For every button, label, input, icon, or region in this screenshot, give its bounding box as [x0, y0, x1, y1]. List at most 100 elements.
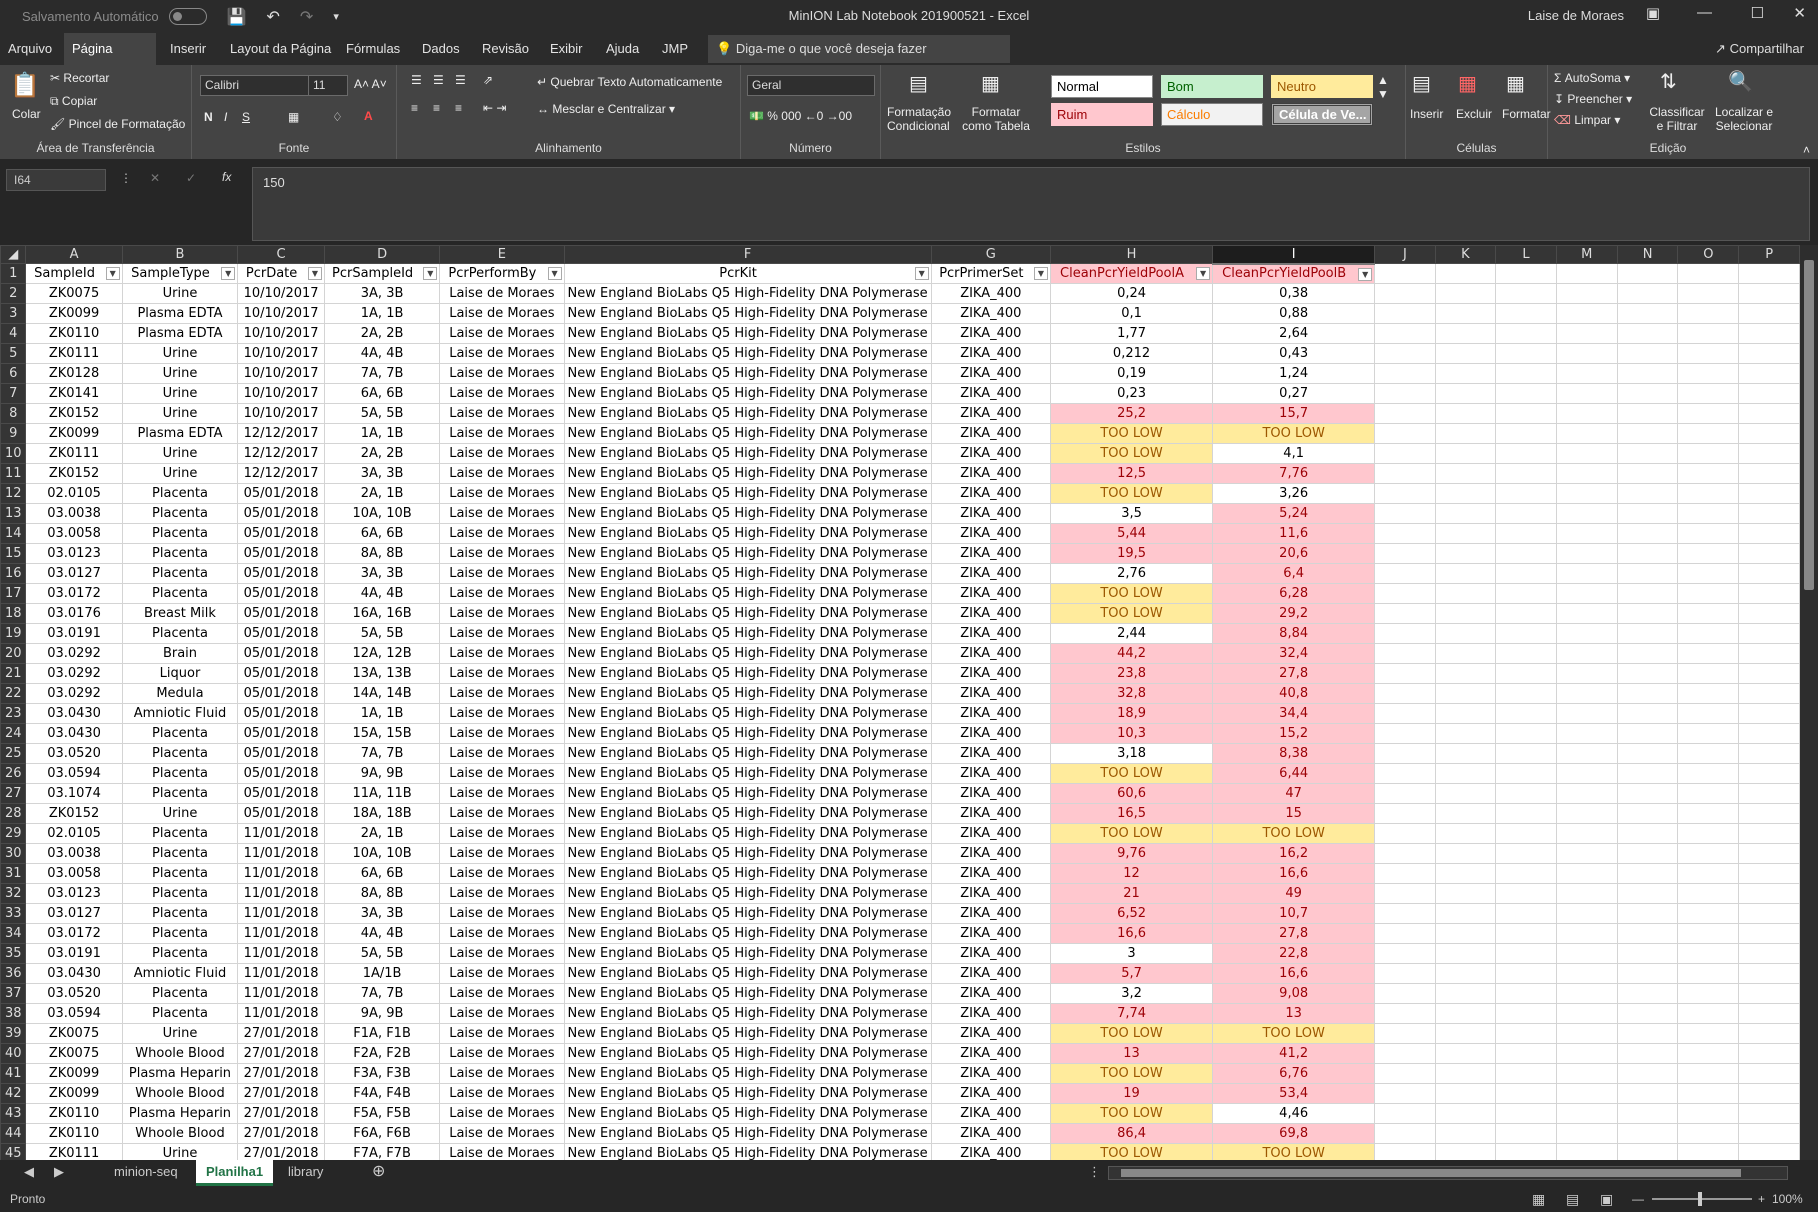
- empty-cell[interactable]: [1738, 1083, 1800, 1104]
- zoom-in-icon[interactable]: +: [1758, 1186, 1765, 1212]
- cell[interactable]: ZIKA_400: [930, 483, 1051, 504]
- empty-cell[interactable]: [1555, 823, 1618, 844]
- cell[interactable]: 32,4: [1212, 643, 1376, 664]
- cell[interactable]: Placenta: [121, 503, 239, 524]
- cell[interactable]: Laise de Moraes: [439, 843, 565, 864]
- cell[interactable]: 1A/1B: [323, 963, 441, 984]
- empty-cell[interactable]: [1616, 863, 1679, 884]
- empty-cell[interactable]: [1616, 323, 1679, 344]
- cell[interactable]: Urine: [121, 463, 239, 484]
- empty-cell[interactable]: [1738, 1003, 1800, 1024]
- empty-cell[interactable]: [1555, 563, 1618, 584]
- cell[interactable]: Laise de Moraes: [439, 1003, 565, 1024]
- cell[interactable]: ZIKA_400: [930, 923, 1051, 944]
- column-header-f[interactable]: F: [563, 245, 932, 264]
- empty-cell[interactable]: [1555, 743, 1618, 764]
- cut-button[interactable]: ✂ Recortar: [50, 71, 109, 85]
- cell[interactable]: F3A, F3B: [323, 1063, 441, 1084]
- cell[interactable]: 27/01/2018: [237, 1043, 325, 1064]
- cell[interactable]: 11/01/2018: [237, 883, 325, 904]
- cell[interactable]: ZIKA_400: [930, 763, 1051, 784]
- empty-cell[interactable]: [1677, 803, 1740, 824]
- empty-cell[interactable]: [1677, 883, 1740, 904]
- empty-cell[interactable]: [1616, 1083, 1679, 1104]
- empty-cell[interactable]: [1738, 583, 1800, 604]
- cell[interactable]: New England BioLabs Q5 High-Fidelity DNA…: [563, 563, 932, 584]
- cell[interactable]: Laise de Moraes: [439, 1063, 565, 1084]
- empty-cell[interactable]: [1555, 463, 1618, 484]
- empty-cell[interactable]: [1616, 403, 1679, 424]
- cell[interactable]: 11,6: [1212, 523, 1376, 544]
- empty-cell[interactable]: [1374, 943, 1436, 964]
- cell[interactable]: ZK0075: [25, 1023, 123, 1044]
- empty-cell[interactable]: [1738, 343, 1800, 364]
- empty-cell[interactable]: [1374, 443, 1436, 464]
- empty-cell[interactable]: [1555, 403, 1618, 424]
- empty-cell[interactable]: [1738, 563, 1800, 584]
- horizontal-scrollbar[interactable]: [1108, 1166, 1788, 1180]
- cell[interactable]: New England BioLabs Q5 High-Fidelity DNA…: [563, 643, 932, 664]
- cell[interactable]: New England BioLabs Q5 High-Fidelity DNA…: [563, 603, 932, 624]
- empty-cell[interactable]: [1495, 563, 1557, 584]
- cell[interactable]: 47: [1212, 783, 1376, 804]
- cell[interactable]: 8A, 8B: [323, 883, 441, 904]
- tab-exibir[interactable]: Exibir: [542, 33, 591, 65]
- cell[interactable]: 03.0127: [25, 903, 123, 924]
- cell[interactable]: 1,24: [1212, 363, 1376, 384]
- cell[interactable]: 03.0127: [25, 563, 123, 584]
- cell[interactable]: 9,76: [1049, 843, 1214, 864]
- cell[interactable]: 0,24: [1049, 283, 1214, 304]
- conditional-format-button[interactable]: Formatação Condicional: [887, 105, 951, 133]
- field-header[interactable]: CleanPcrYieldPoolB ▼: [1212, 263, 1376, 284]
- cell[interactable]: 12/12/2017: [237, 463, 325, 484]
- empty-cell[interactable]: [1374, 1023, 1436, 1044]
- empty-cell[interactable]: [1738, 923, 1800, 944]
- tab-split-handle-icon[interactable]: ⋮: [1088, 1160, 1101, 1186]
- collapse-ribbon-icon[interactable]: ˄: [1803, 143, 1810, 157]
- empty-cell[interactable]: [1555, 783, 1618, 804]
- row-header[interactable]: 1: [0, 263, 27, 284]
- empty-cell[interactable]: [1495, 383, 1557, 404]
- empty-cell[interactable]: [1616, 383, 1679, 404]
- empty-cell[interactable]: [1495, 743, 1557, 764]
- row-header[interactable]: 4: [0, 323, 27, 344]
- column-header-m[interactable]: M: [1555, 245, 1618, 264]
- cell[interactable]: Laise de Moraes: [439, 863, 565, 884]
- empty-cell[interactable]: [1434, 603, 1497, 624]
- cell[interactable]: ZIKA_400: [930, 323, 1051, 344]
- cell[interactable]: ZIKA_400: [930, 783, 1051, 804]
- cell[interactable]: Laise de Moraes: [439, 523, 565, 544]
- cell[interactable]: 6,28: [1212, 583, 1376, 604]
- empty-cell[interactable]: [1555, 1023, 1618, 1044]
- format-painter-button[interactable]: 🖌 Pincel de Formatação: [50, 117, 185, 131]
- row-header[interactable]: 15: [0, 543, 27, 564]
- empty-cell[interactable]: [1738, 423, 1800, 444]
- empty-cell[interactable]: [1555, 303, 1618, 324]
- cell[interactable]: 03.0292: [25, 683, 123, 704]
- cell[interactable]: 03.0123: [25, 883, 123, 904]
- empty-cell[interactable]: [1374, 723, 1436, 744]
- empty-cell[interactable]: [1677, 603, 1740, 624]
- italic-button[interactable]: I: [224, 110, 227, 124]
- empty-cell[interactable]: [1374, 843, 1436, 864]
- cell[interactable]: Laise de Moraes: [439, 923, 565, 944]
- cell[interactable]: New England BioLabs Q5 High-Fidelity DNA…: [563, 523, 932, 544]
- cell[interactable]: 25,2: [1049, 403, 1214, 424]
- empty-cell[interactable]: [1434, 323, 1497, 344]
- empty-cell[interactable]: [1677, 1103, 1740, 1124]
- cell[interactable]: 1A, 1B: [323, 423, 441, 444]
- row-header[interactable]: 25: [0, 743, 27, 764]
- cell[interactable]: New England BioLabs Q5 High-Fidelity DNA…: [563, 1003, 932, 1024]
- empty-cell[interactable]: [1616, 1103, 1679, 1124]
- empty-cell[interactable]: [1555, 603, 1618, 624]
- cell[interactable]: 16,6: [1212, 863, 1376, 884]
- empty-cell[interactable]: [1677, 503, 1740, 524]
- empty-cell[interactable]: [1616, 763, 1679, 784]
- style-bad[interactable]: Ruim: [1051, 103, 1153, 126]
- cell[interactable]: 6,44: [1212, 763, 1376, 784]
- empty-cell[interactable]: [1555, 703, 1618, 724]
- cell[interactable]: ZIKA_400: [930, 343, 1051, 364]
- orientation-icon[interactable]: ⇗: [483, 73, 493, 87]
- cell[interactable]: Brain: [121, 643, 239, 664]
- empty-cell[interactable]: [1616, 663, 1679, 684]
